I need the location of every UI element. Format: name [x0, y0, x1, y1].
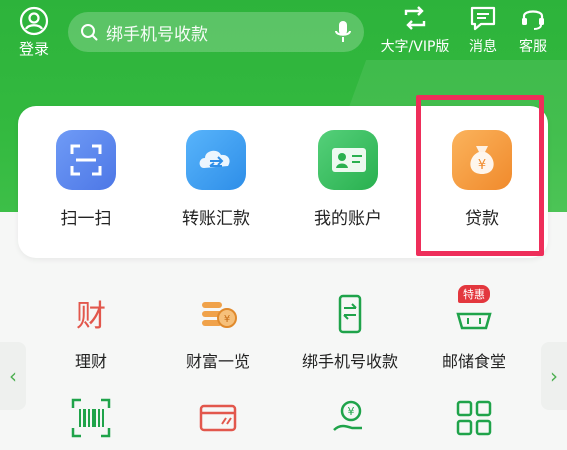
grid-apps-icon — [452, 396, 496, 440]
account-label: 我的账户 — [314, 209, 382, 229]
promo-badge: 特惠 — [458, 285, 490, 303]
service-payment-hand[interactable]: ¥ — [290, 396, 410, 440]
next-page-arrow[interactable]: › — [541, 342, 567, 410]
service-phone-payment[interactable]: 绑手机号收款 — [290, 292, 410, 372]
finance-icon: 财 — [69, 292, 113, 336]
messages-label: 消息 — [469, 39, 497, 55]
swap-icon — [404, 6, 426, 30]
hand-coin-icon: ¥ — [328, 396, 372, 440]
login-label: 登录 — [18, 40, 49, 58]
prev-page-arrow[interactable]: ‹ — [0, 342, 26, 410]
vip-mode-label: 大字/VIP版 — [380, 39, 450, 55]
scan-label: 扫一扫 — [60, 209, 112, 229]
transfer-label: 转账汇款 — [182, 209, 250, 229]
bank-card-icon — [196, 396, 240, 440]
finance-label: 理财 — [74, 352, 107, 371]
customer-service-button[interactable]: 客服 — [512, 4, 554, 56]
svg-text:¥: ¥ — [224, 314, 230, 325]
search-placeholder: 绑手机号收款 — [106, 24, 208, 45]
chevron-left-icon: ‹ — [9, 364, 17, 388]
chevron-right-icon: › — [550, 364, 558, 388]
message-icon — [470, 6, 496, 31]
microphone-icon[interactable] — [334, 20, 352, 44]
phone-payment-label: 绑手机号收款 — [301, 352, 398, 371]
svg-text:财: 财 — [76, 299, 106, 334]
headset-icon — [522, 10, 544, 30]
quick-action-transfer[interactable]: 转账汇款 — [166, 130, 266, 229]
canteen-label: 邮储食堂 — [441, 352, 506, 371]
login-button[interactable]: 登录 — [12, 6, 56, 59]
loan-highlight-box — [416, 95, 544, 256]
vip-mode-button[interactable]: 大字/VIP版 — [372, 4, 458, 56]
search-bar[interactable]: 绑手机号收款 — [68, 12, 364, 52]
service-barcode[interactable] — [31, 396, 151, 440]
service-wealth-overview[interactable]: ¥ 财富一览 — [158, 292, 278, 372]
messages-button[interactable]: 消息 — [462, 4, 504, 56]
account-card-icon — [318, 130, 378, 190]
wealth-coins-icon: ¥ — [196, 292, 240, 336]
service-card[interactable] — [158, 396, 278, 440]
barcode-icon — [69, 396, 113, 440]
wealth-overview-label: 财富一览 — [185, 352, 250, 371]
transfer-icon — [186, 130, 246, 190]
phone-transfer-icon — [328, 292, 372, 336]
service-more[interactable] — [414, 396, 534, 440]
search-icon — [81, 24, 98, 41]
quick-action-account[interactable]: 我的账户 — [298, 130, 398, 229]
top-bar: 登录 绑手机号收款 大字/VIP版 消息 客服 — [0, 0, 567, 70]
svg-text:¥: ¥ — [348, 405, 355, 418]
user-icon — [19, 6, 49, 36]
customer-service-label: 客服 — [519, 39, 547, 55]
scan-icon — [56, 130, 116, 190]
quick-action-scan[interactable]: 扫一扫 — [36, 130, 136, 229]
service-canteen[interactable]: 邮储食堂 — [414, 292, 534, 372]
service-finance[interactable]: 财 理财 — [31, 292, 151, 372]
